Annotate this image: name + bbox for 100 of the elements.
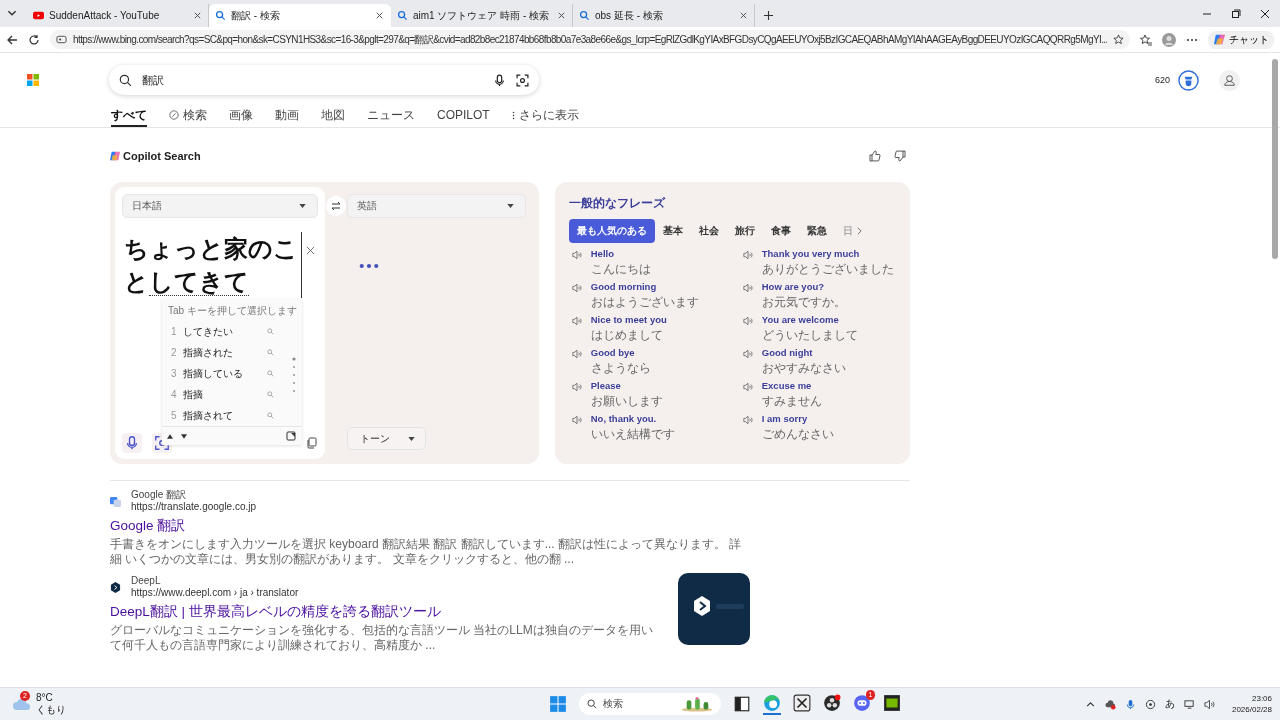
phrase-english[interactable]: Hello — [590, 248, 651, 259]
category-tab[interactable]: 旅行 — [726, 219, 763, 243]
speaker-icon[interactable] — [742, 415, 753, 425]
star-icon[interactable] — [1113, 34, 1124, 45]
clock-date[interactable]: 2026/02/28 — [1231, 704, 1272, 715]
back-icon[interactable] — [6, 33, 18, 46]
nav-tab[interactable]: 動画 — [275, 105, 299, 127]
result-title-link[interactable]: DeepL翻訳 | 世界最高レベルの精度を誇る翻訳ツール — [110, 603, 662, 621]
thumbs-down-icon[interactable] — [894, 150, 906, 162]
close-icon[interactable] — [193, 11, 202, 20]
camera-search-icon[interactable] — [516, 73, 529, 87]
down-arrow-icon[interactable] — [181, 433, 187, 439]
result-title-link[interactable]: Google 翻訳 — [110, 517, 750, 535]
nav-tab[interactable]: COPILOT — [437, 105, 490, 127]
terminal-icon[interactable] — [733, 695, 752, 713]
phrase-english[interactable]: You are welcome — [761, 314, 858, 325]
input-mode-indicator[interactable]: あ — [1164, 697, 1175, 711]
close-icon[interactable] — [557, 11, 566, 20]
graphics-app-icon[interactable] — [883, 693, 902, 712]
site-info-icon[interactable] — [56, 34, 67, 45]
nav-tab[interactable]: 地図 — [321, 105, 345, 127]
cloud-icon[interactable] — [12, 697, 32, 711]
phrase-english[interactable]: Good night — [761, 347, 846, 358]
phrase-english[interactable]: No, thank you. — [590, 413, 675, 424]
browser-tab[interactable]: 翻訳 - 検索 — [209, 4, 391, 27]
ime-candidate[interactable]: 指摘されて — [183, 408, 261, 423]
settings-icon[interactable] — [1144, 698, 1156, 710]
phrase-english[interactable]: Good morning — [590, 281, 699, 292]
ime-candidate[interactable]: 指摘された — [183, 345, 261, 360]
close-icon[interactable] — [375, 11, 384, 20]
nav-tab[interactable]: すべて — [111, 105, 147, 127]
speaker-icon[interactable] — [571, 415, 582, 425]
expand-icon[interactable] — [286, 431, 296, 441]
nav-tab[interactable]: 画像 — [229, 105, 253, 127]
speaker-icon[interactable] — [571, 283, 582, 293]
logo-icon[interactable] — [27, 74, 39, 86]
new-tab-icon[interactable] — [763, 10, 774, 21]
copy-icon[interactable] — [306, 437, 318, 449]
phrase-english[interactable]: Good bye — [590, 347, 651, 358]
nav-tab[interactable]: さらに表示 — [511, 105, 579, 127]
result-url[interactable]: https://translate.google.co.jp — [131, 501, 257, 513]
taskbar-search-field[interactable]: 検索 — [579, 693, 722, 715]
microphone-icon[interactable] — [493, 73, 506, 87]
chevron-right-icon[interactable] — [856, 227, 862, 235]
category-tab[interactable]: 基本 — [654, 219, 691, 243]
volume-icon[interactable] — [1203, 698, 1215, 710]
start-icon[interactable] — [549, 695, 568, 713]
app-icon[interactable] — [793, 693, 812, 712]
scrollbar-thumb[interactable] — [1272, 59, 1278, 259]
clock-time[interactable]: 23:06 — [1252, 693, 1272, 704]
result-url[interactable]: https://www.deepl.com › ja › translator — [131, 587, 299, 599]
speaker-icon[interactable] — [742, 250, 753, 260]
category-tab[interactable]: 緊急 — [798, 219, 835, 243]
swap-icon[interactable] — [326, 196, 346, 216]
chat-app-icon[interactable] — [853, 693, 872, 712]
thumbs-up-icon[interactable] — [869, 150, 881, 162]
reload-icon[interactable] — [28, 33, 40, 46]
clear-icon[interactable] — [306, 246, 315, 255]
rewards-points[interactable]: 620 — [1154, 75, 1170, 85]
close-icon[interactable] — [1260, 9, 1270, 19]
speaker-icon[interactable] — [571, 316, 582, 326]
nav-tab[interactable]: ニュース — [367, 105, 415, 127]
rewards-icon[interactable] — [1178, 69, 1199, 91]
category-tab[interactable]: 最も人気のある — [568, 219, 655, 243]
profile-icon[interactable] — [1162, 32, 1176, 47]
chat-button[interactable]: チャット — [1208, 30, 1274, 49]
account-icon[interactable] — [1219, 69, 1240, 91]
tone-dropdown[interactable]: トーン — [347, 427, 426, 450]
network-icon[interactable] — [1183, 698, 1195, 710]
input-field[interactable]: ちょっと家のこと してきて — [122, 232, 302, 298]
cloud-sync-icon[interactable] — [1104, 698, 1116, 710]
speaker-icon[interactable] — [742, 382, 753, 392]
up-arrow-icon[interactable] — [167, 433, 173, 439]
category-tab[interactable]: 食事 — [762, 219, 799, 243]
ime-candidate[interactable]: してきたい — [183, 324, 261, 339]
phrase-english[interactable]: Thank you very much — [761, 248, 894, 259]
browser-icon[interactable] — [763, 693, 782, 712]
speaker-icon[interactable] — [742, 316, 753, 326]
phrase-english[interactable]: How are you? — [761, 281, 846, 292]
phrase-english[interactable]: Please — [590, 380, 663, 391]
search-field[interactable]: 翻訳 — [109, 65, 539, 95]
ime-candidate[interactable]: 指摘している — [183, 366, 261, 381]
speaker-icon[interactable] — [742, 349, 753, 359]
restore-icon[interactable] — [1231, 9, 1241, 19]
address-field[interactable]: https://www.bing.com/search?qs=SC&pq=hon&sk=CSYN1HS3&sc=16-3&pglt=297&q=翻訳&cvid=ad82b8ec21874bb68fb8b0a7e3a8e66e&gs_lcrp=EgRlZGdlKgYIAxBFGDsyCQgAEEUYOxj5BzIGCAEQABhAMgYIAhAAGEAyBggDEEUYOzIGCAQQRRg5MgYI... — [50, 30, 1130, 49]
phrase-english[interactable]: I am sorry — [761, 413, 834, 424]
speaker-icon[interactable] — [742, 283, 753, 293]
phrase-english[interactable]: Excuse me — [761, 380, 822, 391]
recorder-icon[interactable] — [823, 693, 842, 712]
speaker-icon[interactable] — [571, 349, 582, 359]
nav-tab[interactable]: 検索 — [169, 105, 207, 127]
speaker-icon[interactable] — [571, 382, 582, 392]
phrase-english[interactable]: Nice to meet you — [590, 314, 667, 325]
source-language-dropdown[interactable]: 日本語 — [122, 194, 318, 218]
category-tab[interactable]: 社会 — [690, 219, 727, 243]
favorites-icon[interactable] — [1140, 33, 1152, 46]
close-icon[interactable] — [739, 11, 748, 20]
ime-candidate[interactable]: 指摘 — [183, 387, 261, 402]
target-language-dropdown[interactable]: 英語 — [347, 194, 526, 218]
speaker-icon[interactable] — [571, 250, 582, 260]
